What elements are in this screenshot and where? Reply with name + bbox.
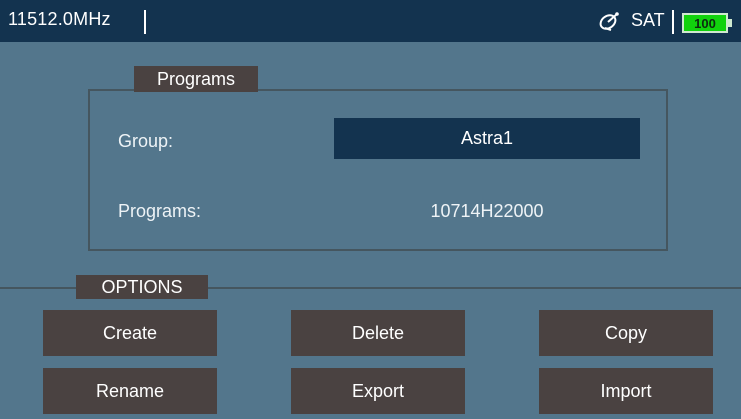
frequency-divider: [144, 10, 146, 34]
programs-label: Programs:: [118, 201, 202, 221]
create-button[interactable]: Create: [43, 310, 217, 356]
options-section-title: OPTIONS: [76, 275, 208, 299]
battery-tip: [728, 19, 732, 27]
battery-body: 100: [682, 13, 728, 33]
group-selector[interactable]: Astra1: [334, 118, 640, 159]
frequency-readout: 11512.0MHz: [8, 9, 111, 29]
programs-value: 10714H22000: [430, 201, 544, 221]
programs-panel: [88, 89, 668, 251]
copy-button[interactable]: Copy: [539, 310, 713, 356]
mode-divider: [672, 10, 674, 34]
rename-button[interactable]: Rename: [43, 368, 217, 414]
screen: 11512.0MHz SAT 100 Programs Group: Astra…: [0, 0, 741, 419]
mode-label: SAT: [631, 10, 665, 30]
group-label: Group:: [118, 131, 174, 151]
programs-section-title: Programs: [134, 66, 258, 92]
delete-button[interactable]: Delete: [291, 310, 465, 356]
export-button[interactable]: Export: [291, 368, 465, 414]
satellite-dish-icon: [597, 10, 621, 32]
battery-percent: 100: [694, 15, 716, 31]
status-bar: 11512.0MHz SAT 100: [0, 0, 741, 42]
battery-indicator: 100: [682, 13, 732, 33]
import-button[interactable]: Import: [539, 368, 713, 414]
